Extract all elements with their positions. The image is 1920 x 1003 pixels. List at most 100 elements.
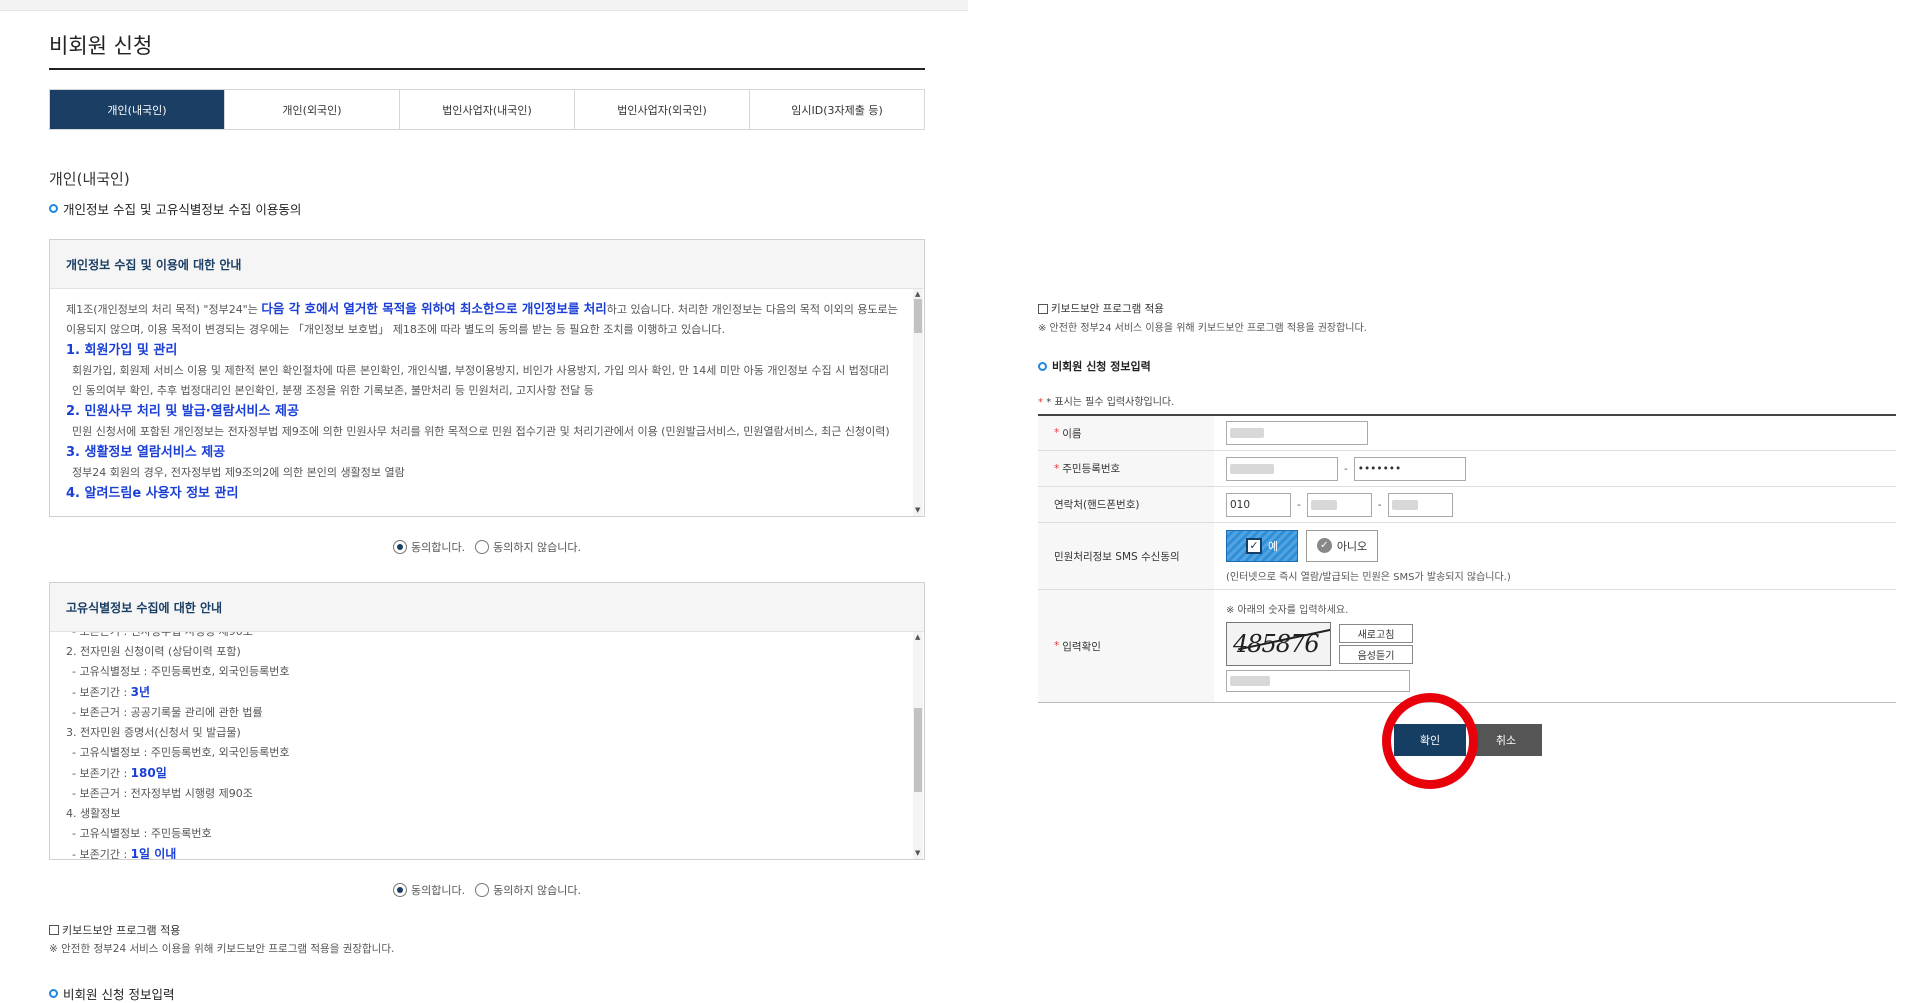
- left-panel: 비회원 신청 개인(내국인) 개인(외국인) 법인사업자(내국인) 법인사업자(…: [49, 0, 925, 1002]
- title-divider: [49, 68, 925, 70]
- circle-bullet-icon: [49, 989, 58, 998]
- phone-prefix-input[interactable]: 010: [1226, 492, 1291, 517]
- applicant-form: * 이름 * 주민등록번호 - ••••••• 연락처(핸드폰번호) 010 - -…: [1038, 414, 1896, 703]
- masked-value: [1230, 428, 1264, 438]
- radio-icon[interactable]: [475, 540, 490, 554]
- radio-icon[interactable]: [475, 883, 490, 897]
- unique-box-content[interactable]: - 보존근거 : 전자정부법 시행령 제90조 2. 전자민원 신청이력 (상담이…: [50, 632, 924, 859]
- right-panel: 키보드보안 프로그램 적용 ※ 안전한 정부24 서비스 이용을 위해 키보드보…: [1038, 0, 1896, 991]
- keyboard-security-option[interactable]: 키보드보안 프로그램 적용: [49, 922, 180, 938]
- privacy-box-content[interactable]: 제1조(개인정보의 처리 목적) "정부24"는 다음 각 호에서 열거한 목적…: [50, 289, 924, 516]
- sms-no-button[interactable]: ✓ 아니오: [1306, 529, 1378, 562]
- captcha-input[interactable]: [1226, 669, 1410, 692]
- tab-individual-foreign[interactable]: 개인(외국인): [225, 90, 400, 129]
- unique-box-line: - 보존기간 : 3년: [72, 685, 151, 699]
- unique-box-line: - 보존근거 : 전자정부법 시행령 제90조: [66, 632, 898, 642]
- sms-options: ✓ 예 ✓ 아니오: [1226, 529, 1378, 562]
- scroll-thumb[interactable]: [914, 708, 922, 792]
- scroll-thumb[interactable]: [914, 299, 922, 333]
- masked-value: [1310, 499, 1337, 510]
- tab-corporate-foreign[interactable]: 법인사업자(외국인): [575, 90, 750, 129]
- unique-box-line: 4. 생활정보: [66, 807, 121, 820]
- unique-agree-no[interactable]: 동의하지 않습니다.: [475, 882, 581, 898]
- unique-box-line: - 보존근거 : 전자정부법 시행령 제90조: [72, 787, 253, 800]
- privacy-item-text: 민원 신청서에 포함된 개인정보는 전자정부법 제9조에 의한 민원사무 처리를…: [72, 425, 890, 438]
- privacy-item-heading: 3. 생활정보 열람서비스 제공: [66, 445, 226, 460]
- privacy-item-text: 정부24 회원의 경우, 전자정부법 제9조의2에 의한 본인의 생활정보 열람: [72, 466, 405, 479]
- section-title: 개인(내국인): [49, 170, 130, 188]
- captcha-refresh-button[interactable]: 새로고침: [1339, 623, 1413, 643]
- masked-value: [1230, 463, 1274, 474]
- unique-box-line: 2. 전자민원 신청이력 (상담이력 포함): [66, 645, 241, 658]
- phone-last-input[interactable]: [1387, 492, 1453, 517]
- privacy-item-heading: 1. 회원가입 및 관리: [66, 343, 178, 358]
- captcha-note: ※ 아래의 숫자를 입력하세요.: [1226, 604, 1349, 616]
- sms-row: 민원처리정보 SMS 수신동의 ✓ 예 ✓ 아니오 (인터넷으로 즉시 열람/발급되…: [1038, 523, 1896, 590]
- sms-label: 민원처리정보 SMS 수신동의: [1038, 523, 1214, 589]
- checkbox-icon[interactable]: [49, 925, 59, 935]
- privacy-item-text: 회원가입, 회원제 서비스 이용 및 제한적 본인 확인절차에 따른 본인확인,…: [72, 364, 890, 397]
- captcha-row: * 입력확인 ※ 아래의 숫자를 입력하세요. 485876 새로고침 음성듣기: [1038, 590, 1896, 702]
- radio-selected-icon[interactable]: [392, 540, 407, 554]
- privacy-box-heading: 개인정보 수집 및 이용에 대한 안내: [50, 240, 924, 289]
- check-circle-icon: ✓: [1316, 538, 1332, 553]
- phone-row: 연락처(핸드폰번호) 010 - -: [1038, 487, 1896, 523]
- bottom-cut-title: 비회원 신청 정보입력: [49, 984, 174, 1003]
- unique-agree-group: 동의합니다. 동의하지 않습니다.: [49, 882, 925, 898]
- circle-bullet-icon: [1038, 361, 1047, 371]
- tab-temporary-id[interactable]: 임시ID(3자제출 등): [750, 90, 924, 129]
- tab-individual-domestic[interactable]: 개인(내국인): [50, 90, 225, 129]
- unique-box-line: - 보존기간 : 1일 이내: [72, 847, 177, 859]
- sms-note: (인터넷으로 즉시 열람/발급되는 민원은 SMS가 발송되지 않습니다.): [1226, 571, 1511, 583]
- required-note: * * 표시는 필수 입력사항입니다.: [1038, 397, 1175, 408]
- checkbox-icon[interactable]: [1038, 303, 1048, 314]
- unique-box-line: 3. 전자민원 증명서(신청서 및 발급물): [66, 726, 241, 739]
- privacy-item-heading: 4. 알려드림e 사용자 정보 관리: [66, 486, 239, 501]
- name-input[interactable]: [1226, 421, 1368, 445]
- masked-value: [1230, 675, 1270, 686]
- privacy-item-heading: 2. 민원사무 처리 및 발급·열람서비스 제공: [66, 404, 299, 419]
- tab-corporate-domestic[interactable]: 법인사업자(내국인): [400, 90, 575, 129]
- unique-lines: - 보존근거 : 전자정부법 시행령 제90조 2. 전자민원 신청이력 (상담이…: [66, 632, 898, 859]
- unique-id-info-box: 고유식별정보 수집에 대한 안내 - 보존근거 : 전자정부법 시행령 제90조…: [49, 582, 925, 860]
- unique-box-line: - 고유식별정보 : 주민등록번호, 외국인등록번호: [72, 746, 290, 759]
- radio-selected-icon[interactable]: [392, 883, 407, 897]
- keyboard-security-option[interactable]: 키보드보안 프로그램 적용: [1038, 301, 1164, 316]
- scroll-up-icon[interactable]: ▲: [915, 291, 920, 298]
- circle-bullet-icon: [49, 204, 58, 213]
- scroll-up-icon[interactable]: ▲: [915, 634, 920, 641]
- captcha-image: 485876: [1226, 621, 1331, 666]
- unique-box-line: - 고유식별정보 : 주민등록번호, 외국인등록번호: [72, 665, 290, 678]
- consent-title-text: 개인정보 수집 및 고유식별정보 수집 이용동의: [63, 202, 302, 217]
- unique-scrollbar[interactable]: ▲ ▼: [913, 632, 923, 859]
- phone-middle-input[interactable]: [1306, 492, 1372, 517]
- page-title: 비회원 신청: [49, 34, 153, 58]
- masked-value: [1391, 499, 1418, 510]
- unique-box-line: - 고유식별정보 : 주민등록번호: [72, 827, 212, 840]
- name-label: * 이름: [1038, 416, 1214, 450]
- sms-yes-button[interactable]: ✓ 예: [1226, 529, 1298, 562]
- privacy-scrollbar[interactable]: ▲ ▼: [913, 289, 923, 516]
- scroll-down-icon[interactable]: ▼: [915, 507, 920, 514]
- member-type-tabs: 개인(내국인) 개인(외국인) 법인사업자(내국인) 법인사업자(외국인) 임시…: [49, 89, 925, 130]
- rrn-row: * 주민등록번호 - •••••••: [1038, 451, 1896, 487]
- privacy-paragraph: 제1조(개인정보의 처리 목적) "정부24"는 다음 각 호에서 열거한 목적…: [66, 301, 898, 336]
- rrn-label: * 주민등록번호: [1038, 451, 1214, 486]
- privacy-agree-yes[interactable]: 동의합니다.: [392, 539, 465, 555]
- name-row: * 이름: [1038, 416, 1896, 451]
- captcha-label: * 입력확인: [1038, 590, 1214, 702]
- keyboard-security-note: ※ 안전한 정부24 서비스 이용을 위해 키보드보안 프로그램 적용을 권장합…: [1038, 323, 1367, 334]
- privacy-agree-group: 동의합니다. 동의하지 않습니다.: [49, 539, 925, 555]
- unique-box-heading: 고유식별정보 수집에 대한 안내: [50, 583, 924, 632]
- captcha-audio-button[interactable]: 음성듣기: [1339, 644, 1413, 664]
- rrn-back-input[interactable]: •••••••: [1353, 456, 1466, 481]
- unique-box-line: - 보존기간 : 180일: [72, 766, 167, 780]
- scroll-down-icon[interactable]: ▼: [915, 850, 920, 857]
- privacy-agree-no[interactable]: 동의하지 않습니다.: [475, 539, 581, 555]
- phone-label: 연락처(핸드폰번호): [1038, 487, 1214, 522]
- consent-title: 개인정보 수집 및 고유식별정보 수집 이용동의: [49, 199, 301, 218]
- rrn-front-input[interactable]: [1226, 456, 1338, 481]
- unique-agree-yes[interactable]: 동의합니다.: [392, 882, 465, 898]
- keyboard-security-note: ※ 안전한 정부24 서비스 이용을 위해 키보드보안 프로그램 적용을 권장합…: [49, 943, 395, 955]
- cancel-button[interactable]: 취소: [1470, 724, 1542, 756]
